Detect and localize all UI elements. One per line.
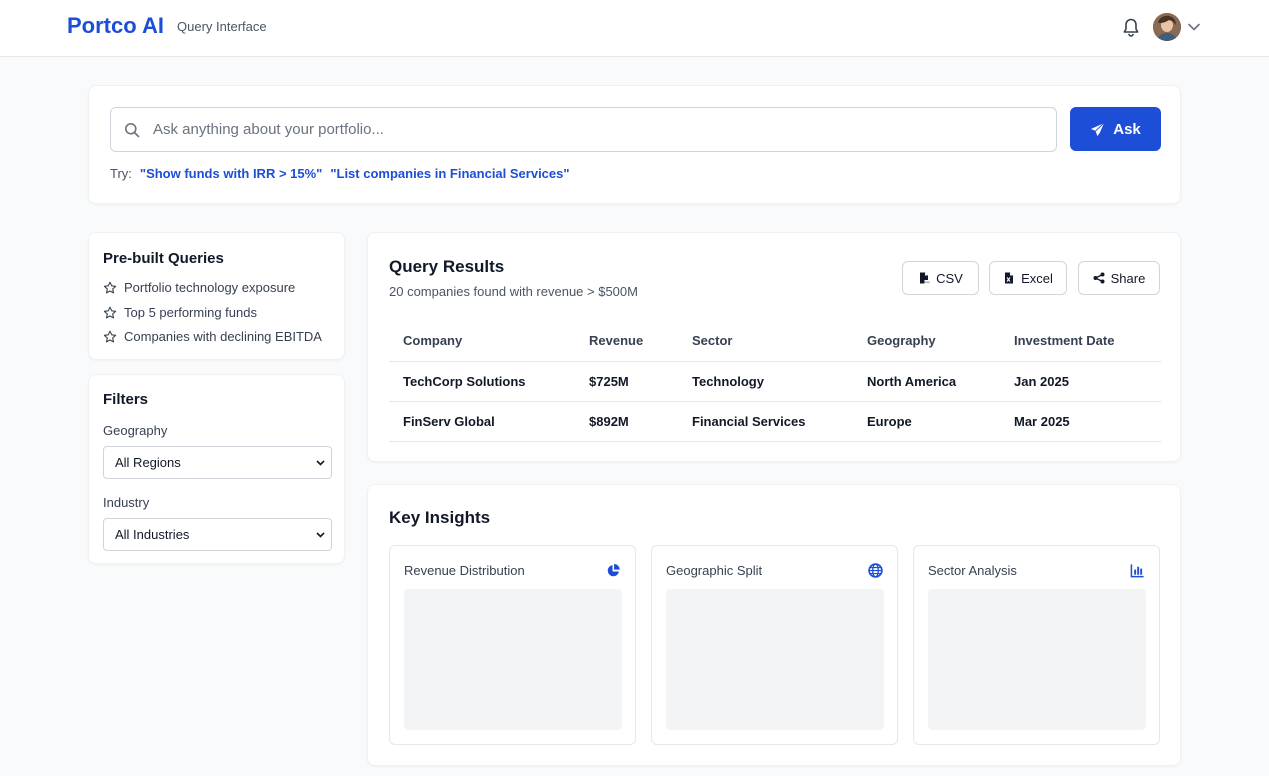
suggestion-row: Try: "Show funds with IRR > 15%" "List c… xyxy=(110,166,570,181)
app-subtitle: Query Interface xyxy=(177,19,267,34)
geography-label: Geography xyxy=(103,423,168,438)
filters-title: Filters xyxy=(103,391,149,408)
cell-investment-date: Mar 2025 xyxy=(1000,401,1161,442)
industry-label: Industry xyxy=(103,495,150,510)
search-input[interactable] xyxy=(153,109,1043,150)
excel-button[interactable]: Excel xyxy=(989,261,1067,295)
csv-button[interactable]: csv CSV xyxy=(902,261,979,295)
star-icon xyxy=(103,330,117,342)
results-summary: 20 companies found with revenue > $500M xyxy=(389,284,638,299)
cell-revenue: $892M xyxy=(575,401,678,442)
prebuilt-queries-panel: Pre-built Queries Portfolio technology e… xyxy=(88,232,345,360)
top-bar: Portco AI Query Interface xyxy=(0,0,1269,57)
geography-selected-value: All Regions xyxy=(115,455,181,470)
chart-placeholder xyxy=(666,589,884,730)
search-panel: Ask Try: "Show funds with IRR > 15%" "Li… xyxy=(88,85,1181,204)
cell-sector: Technology xyxy=(678,361,853,402)
share-button[interactable]: Share xyxy=(1078,261,1160,295)
query-item-declining-ebitda[interactable]: Companies with declining EBITDA xyxy=(103,329,322,344)
column-header-investment-date[interactable]: Investment Date xyxy=(1000,321,1161,362)
key-insights-panel: Key Insights Revenue Distribution Geogra… xyxy=(367,484,1181,766)
star-icon xyxy=(103,281,117,293)
suggestion-financial-services[interactable]: "List companies in Financial Services" xyxy=(330,166,569,181)
file-csv-icon: csv xyxy=(920,272,930,284)
chevron-down-icon xyxy=(316,460,325,466)
insights-title: Key Insights xyxy=(389,508,491,527)
results-title: Query Results xyxy=(389,257,505,276)
column-header-sector[interactable]: Sector xyxy=(678,321,853,362)
industry-select[interactable]: All Industries xyxy=(103,518,332,551)
query-item-label: Portfolio technology exposure xyxy=(124,280,296,295)
insight-title: Revenue Distribution xyxy=(404,563,525,578)
insight-title: Sector Analysis xyxy=(928,563,1017,578)
cell-geography: Europe xyxy=(853,401,1000,442)
csv-button-label: CSV xyxy=(936,270,963,286)
star-icon xyxy=(103,306,117,318)
search-box[interactable] xyxy=(110,107,1057,152)
pie-chart-icon xyxy=(607,563,620,577)
query-results-panel: Query Results 20 companies found with re… xyxy=(367,232,1181,462)
prebuilt-title: Pre-built Queries xyxy=(103,250,224,267)
bar-chart-icon xyxy=(1130,564,1144,578)
query-item-top-funds[interactable]: Top 5 performing funds xyxy=(103,305,257,320)
column-header-revenue[interactable]: Revenue xyxy=(575,321,678,362)
table-header-row: Company Revenue Sector Geography Investm… xyxy=(389,321,1161,362)
suggestion-irr[interactable]: "Show funds with IRR > 15%" xyxy=(140,166,322,181)
globe-icon xyxy=(868,563,883,578)
insight-card-geographic-split[interactable]: Geographic Split xyxy=(651,545,898,745)
avatar[interactable] xyxy=(1153,13,1181,41)
brand-logo[interactable]: Portco AI xyxy=(67,13,164,39)
chevron-down-icon[interactable] xyxy=(1187,21,1201,33)
chart-placeholder xyxy=(404,589,622,730)
query-item-tech-exposure[interactable]: Portfolio technology exposure xyxy=(103,280,295,295)
cell-sector: Financial Services xyxy=(678,401,853,442)
bell-icon[interactable] xyxy=(1121,17,1141,39)
chevron-down-icon xyxy=(316,532,325,538)
cell-investment-date: Jan 2025 xyxy=(1000,361,1161,402)
industry-selected-value: All Industries xyxy=(115,527,190,542)
column-header-geography[interactable]: Geography xyxy=(853,321,1000,362)
cell-geography: North America xyxy=(853,361,1000,402)
send-icon xyxy=(1091,122,1105,136)
try-label: Try: xyxy=(110,166,132,181)
ask-button[interactable]: Ask xyxy=(1070,107,1161,151)
svg-text:csv: csv xyxy=(925,280,930,284)
chart-placeholder xyxy=(928,589,1146,730)
cell-company: TechCorp Solutions xyxy=(389,361,575,402)
cell-company: FinServ Global xyxy=(389,401,575,442)
share-button-label: Share xyxy=(1110,270,1146,286)
filters-panel: Filters Geography All Regions Industry A… xyxy=(88,374,345,564)
cell-revenue: $725M xyxy=(575,361,678,402)
table-row[interactable]: TechCorp Solutions $725M Technology Nort… xyxy=(389,361,1161,402)
column-header-company[interactable]: Company xyxy=(389,321,575,362)
query-item-label: Companies with declining EBITDA xyxy=(124,329,322,344)
ask-button-label: Ask xyxy=(1113,120,1141,138)
insight-card-revenue-distribution[interactable]: Revenue Distribution xyxy=(389,545,636,745)
geography-select[interactable]: All Regions xyxy=(103,446,332,479)
results-table: Company Revenue Sector Geography Investm… xyxy=(389,321,1161,442)
excel-button-label: Excel xyxy=(1021,270,1053,286)
file-excel-icon xyxy=(1005,272,1014,284)
search-icon xyxy=(125,123,140,138)
insight-card-sector-analysis[interactable]: Sector Analysis xyxy=(913,545,1160,745)
share-icon xyxy=(1093,272,1105,284)
query-item-label: Top 5 performing funds xyxy=(124,305,257,320)
table-row[interactable]: FinServ Global $892M Financial Services … xyxy=(389,401,1161,442)
insight-title: Geographic Split xyxy=(666,563,763,578)
